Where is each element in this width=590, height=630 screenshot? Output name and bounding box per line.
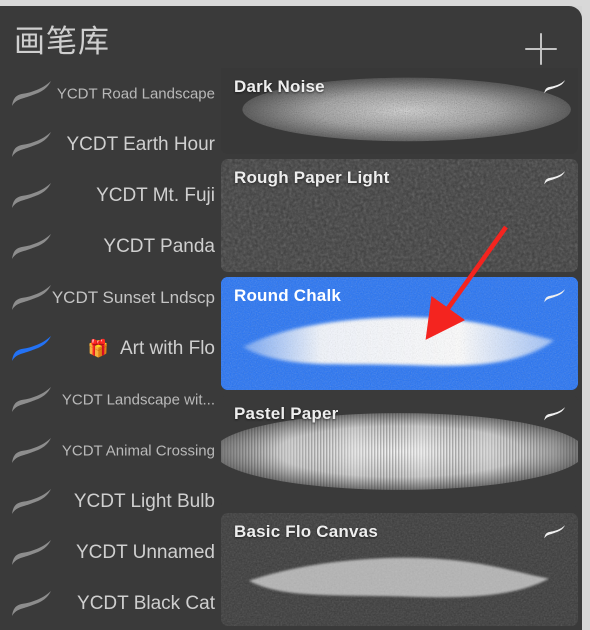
sidebar-item-label: YCDT Earth Hour [66,133,215,155]
brush-stroke-icon [10,436,54,466]
brush-stroke-icon [10,283,54,313]
sidebar-item-ycdt-panda[interactable]: YCDT Panda [0,221,221,272]
brush-stroke-icon [543,288,567,304]
brush-stroke-icon [10,181,54,211]
brush-card-pastel-paper[interactable]: Pastel Paper [221,395,578,508]
sidebar-item-label: YCDT Animal Crossing [61,442,215,459]
brush-stroke-icon [12,488,51,514]
brush-stroke-icon [543,406,567,422]
brush-stroke-icon [10,487,54,517]
brush-stroke-icon [544,289,566,303]
brush-card-basic-flo-canvas[interactable]: Basic Flo Canvas [221,513,578,626]
brush-card-title: Round Chalk [234,286,342,305]
brush-card-rough-paper-light[interactable]: Rough Paper Light [221,159,578,272]
sidebar-item-ycdt-landscape-wit[interactable]: YCDT Landscape wit... [0,374,221,425]
brush-stroke-icon [10,538,54,568]
brush-stroke-icon [12,233,51,259]
sidebar-item-label: YCDT Mt. Fuji [96,184,215,206]
sidebar-item-ycdt-sunset-lndscp[interactable]: YCDT Sunset Lndscp [0,272,221,323]
brush-stroke-icon [10,130,54,160]
sidebar-item-ycdt-earth-hour[interactable]: YCDT Earth Hour [0,119,221,170]
gift-icon: 🎁 [87,338,109,358]
brush-stroke-icon [10,232,54,262]
brush-card-title: Dark Noise [234,77,325,96]
brush-stroke-icon [10,385,54,415]
brush-card-round-chalk[interactable]: Round Chalk [221,277,578,390]
brush-set-sidebar[interactable]: YCDT Road Landscape YCDT Earth Hour YCDT M… [0,68,221,630]
sidebar-item-label: YCDT Panda [103,235,215,257]
sidebar-item-label: YCDT Landscape wit... [61,391,215,408]
sidebar-item-art-with-flo[interactable]: 🎁 Art with Flo [0,323,221,374]
brush-stroke-icon [12,539,51,565]
brush-stroke-icon [543,79,567,95]
sidebar-item-label: YCDT Road Landscape [56,85,215,102]
brush-stroke-icon [12,80,51,106]
brush-stroke-icon [544,80,566,94]
sidebar-item-label: Art with Flo [119,337,215,359]
brush-card-title: Rough Paper Light [234,168,390,187]
page-title: 画笔库 [14,24,110,59]
brush-stroke-icon [12,386,51,412]
brush-stroke-icon [12,590,51,616]
sidebar-item-ycdt-light-bulb[interactable]: YCDT Light Bulb [0,476,221,527]
sidebar-item-ycdt-unnamed[interactable]: YCDT Unnamed [0,527,221,578]
sidebar-item-ycdt-animal-crossing[interactable]: YCDT Animal Crossing [0,425,221,476]
brush-stroke-icon [12,131,51,157]
popover-header: 画笔库 [0,6,582,74]
sidebar-item-label: YCDT Black Cat [77,592,215,614]
brush-card-panel[interactable]: Dark Noise Rough Paper Light Round Chalk Pa… [221,68,582,630]
panel-top-edge [0,0,590,6]
brush-library-popover: 画笔库 YCDT Road Landscape YCDT Earth Hour YC… [0,0,590,630]
brush-stroke-icon [543,170,567,186]
brush-stroke-icon [12,437,51,463]
brush-stroke-icon [12,335,51,361]
sidebar-item-label: YCDT Unnamed [75,541,215,563]
sidebar-item-ycdt-black-cat[interactable]: YCDT Black Cat [0,578,221,629]
brush-stroke-icon [544,407,566,421]
brush-stroke-icon [544,525,566,539]
brush-stroke-icon [544,171,566,185]
add-brush-set-button[interactable] [520,28,562,70]
brush-card-title: Basic Flo Canvas [234,522,378,541]
panel-right-edge [582,0,590,630]
sidebar-item-ycdt-mt-fuji[interactable]: YCDT Mt. Fuji [0,170,221,221]
brush-stroke-icon-active [10,334,54,364]
brush-stroke-icon [12,182,51,208]
brush-stroke-icon [543,524,567,540]
sidebar-item-ycdt-road-landscape[interactable]: YCDT Road Landscape [0,68,221,119]
sidebar-item-label: YCDT Light Bulb [73,490,215,512]
plus-icon-vertical [540,33,542,65]
popover-panel: 画笔库 YCDT Road Landscape YCDT Earth Hour YC… [0,6,582,630]
brush-stroke-icon [10,79,54,109]
brush-card-dark-noise[interactable]: Dark Noise [221,68,578,154]
brush-card-title: Pastel Paper [234,404,339,423]
brush-stroke-icon [12,284,51,310]
sidebar-item-label: YCDT Sunset Lndscp [51,287,215,307]
brush-stroke-icon [10,589,54,619]
